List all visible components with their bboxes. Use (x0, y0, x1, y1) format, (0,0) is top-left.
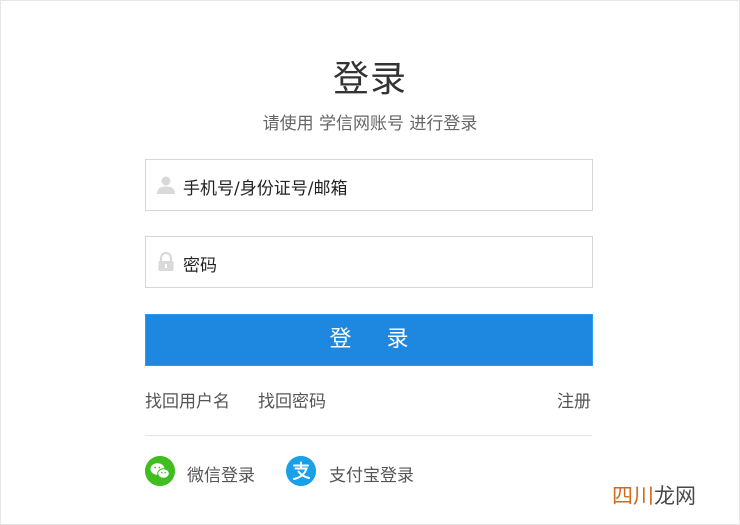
login-button[interactable]: 登 录 (145, 314, 593, 366)
alipay-icon[interactable] (286, 456, 316, 486)
register-link[interactable]: 注册 (557, 387, 591, 412)
divider (145, 435, 592, 436)
wechat-icon[interactable] (145, 456, 175, 486)
password-placeholder: 密码 (183, 256, 217, 276)
find-password-link[interactable]: 找回密码 (258, 387, 326, 412)
page-subtitle: 请使用 学信网账号 进行登录 (262, 114, 478, 134)
user-icon (157, 176, 175, 194)
wechat-login-link[interactable]: 微信登录 (187, 461, 255, 486)
username-placeholder: 手机号/身份证号/邮箱 (183, 179, 348, 199)
page-title: 登录 (332, 59, 407, 100)
find-username-link[interactable]: 找回用户名 (145, 387, 230, 412)
password-field[interactable]: 密码 (145, 236, 593, 288)
username-field[interactable]: 手机号/身份证号/邮箱 (145, 159, 593, 211)
watermark-text: 龙网 (654, 484, 696, 508)
site-watermark: 四川龙网 (612, 480, 696, 510)
lock-icon (158, 252, 174, 271)
alipay-login-link[interactable]: 支付宝登录 (329, 461, 414, 486)
watermark-accent: 四川 (612, 484, 654, 508)
